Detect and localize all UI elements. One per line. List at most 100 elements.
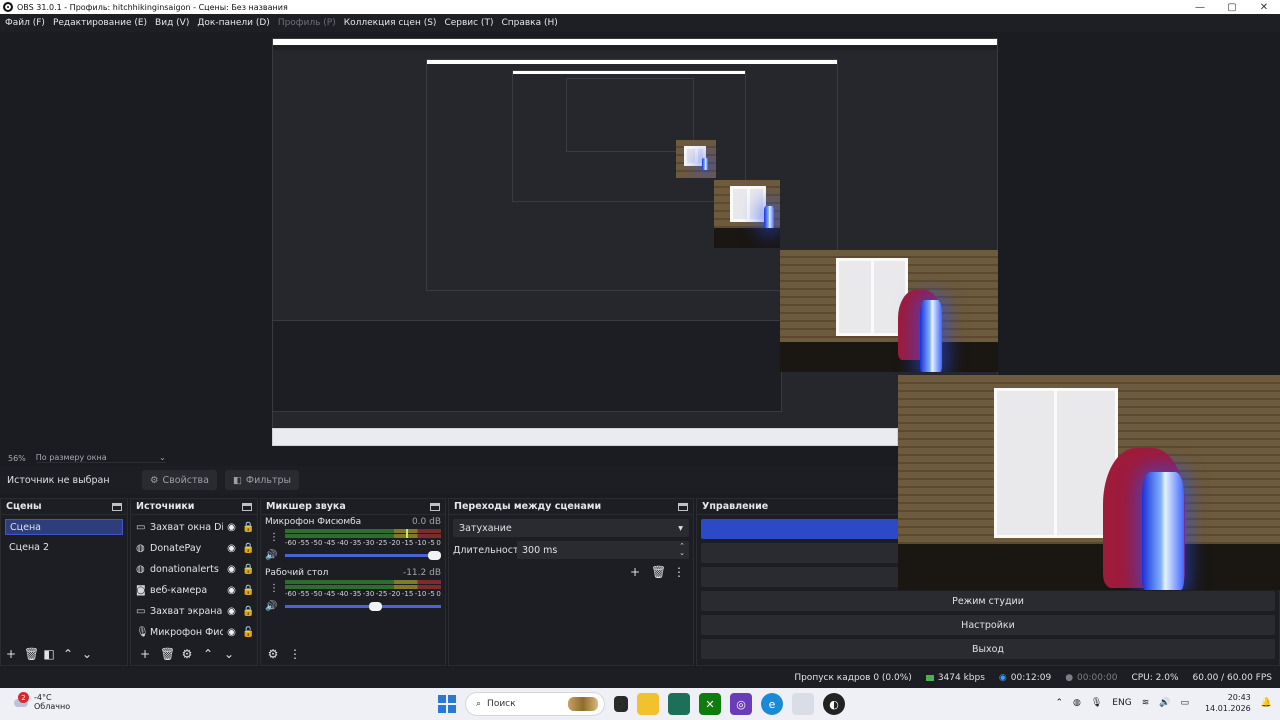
advanced-audio-icon[interactable]: ⚙ bbox=[267, 647, 279, 661]
menu-view[interactable]: Вид (V) bbox=[152, 18, 192, 28]
eye-icon[interactable]: ◉ bbox=[223, 606, 240, 617]
language-indicator[interactable]: ENG bbox=[1112, 698, 1131, 708]
source-item[interactable]: ▭ Захват экрана ◉ 🔒 bbox=[131, 601, 257, 622]
eye-icon[interactable]: ◉ bbox=[223, 627, 240, 638]
meter-tick-label: -25 bbox=[375, 539, 388, 547]
volume-icon[interactable]: 🔊 bbox=[1159, 698, 1170, 708]
filters-button[interactable]: ◧ Фильтры bbox=[224, 470, 300, 490]
scene-item[interactable]: Сцена bbox=[5, 519, 123, 535]
trash-icon[interactable]: 🗑 bbox=[160, 647, 175, 661]
mixer-channel: Рабочий стол -11.2 dB ⋮ -60 -55 -50 -45 -40-… bbox=[261, 566, 445, 613]
windows-start-icon[interactable] bbox=[438, 695, 456, 713]
notification-badge: 2 bbox=[18, 692, 29, 703]
trash-icon[interactable]: 🗑 bbox=[651, 565, 666, 579]
more-options-icon[interactable]: ⋮ bbox=[673, 565, 685, 579]
add-icon[interactable]: + bbox=[5, 647, 17, 661]
lock-icon[interactable]: 🔒 bbox=[240, 522, 257, 533]
scale-mode-value: По размеру окна bbox=[35, 453, 107, 462]
media-app-icon[interactable] bbox=[668, 693, 690, 715]
maximize-button[interactable]: ▢ bbox=[1216, 0, 1248, 14]
menu-scene-collection[interactable]: Коллекция сцен (S) bbox=[341, 18, 440, 28]
undock-icon[interactable] bbox=[242, 502, 252, 511]
undock-icon[interactable] bbox=[678, 502, 688, 511]
lock-open-icon[interactable]: 🔓 bbox=[240, 627, 257, 638]
obs-studio-icon[interactable]: ◐ bbox=[823, 693, 845, 715]
add-icon[interactable]: + bbox=[139, 647, 151, 661]
studio-mode-button[interactable]: Режим студии bbox=[701, 591, 1275, 611]
microphone-icon[interactable]: 🎙 bbox=[1091, 698, 1102, 708]
arrow-up-icon[interactable]: ⌃ bbox=[202, 647, 214, 661]
source-item[interactable]: 🎙 Микрофон Фиск ◉ 🔓 bbox=[131, 622, 257, 643]
task-view-icon[interactable] bbox=[614, 696, 628, 712]
scenes-toolbar: + 🗑 ◧ ⌃ ⌄ bbox=[1, 643, 127, 665]
lock-icon[interactable]: 🔒 bbox=[240, 606, 257, 617]
volume-slider-knob[interactable] bbox=[428, 550, 441, 560]
pinned-app-icon[interactable] bbox=[792, 693, 814, 715]
xbox-icon[interactable]: ✕ bbox=[699, 693, 721, 715]
spin-arrows-icon[interactable]: ⌃ ⌄ bbox=[679, 543, 685, 557]
source-item[interactable]: ◍ donationalerts ◉ 🔒 bbox=[131, 559, 257, 580]
filters-label: Фильтры bbox=[245, 474, 292, 486]
eye-icon[interactable]: ◉ bbox=[223, 564, 240, 575]
search-icon: ⌕ bbox=[476, 699, 482, 709]
eye-icon[interactable]: ◉ bbox=[223, 522, 240, 533]
chevron-up-icon[interactable]: ⌃ bbox=[1055, 698, 1063, 708]
duration-spinbox[interactable]: 300 ms ⌃ ⌄ bbox=[517, 541, 689, 559]
source-item[interactable]: ◙ веб-камера ◉ 🔒 bbox=[131, 580, 257, 601]
notifications-icon[interactable]: 🔔 bbox=[1261, 698, 1272, 708]
meter-tick-label: -20 bbox=[388, 590, 401, 598]
speaker-icon[interactable]: 🔊 bbox=[265, 550, 285, 561]
undock-icon[interactable] bbox=[112, 502, 122, 511]
properties-button[interactable]: ⚙ Свойства bbox=[142, 470, 217, 490]
volume-slider[interactable] bbox=[285, 550, 441, 560]
add-icon[interactable]: + bbox=[629, 565, 641, 579]
menu-help[interactable]: Справка (H) bbox=[498, 18, 560, 28]
lock-icon[interactable]: 🔒 bbox=[240, 585, 257, 596]
properties-label: Свойства bbox=[162, 474, 209, 486]
scene-item[interactable]: Сцена 2 bbox=[5, 539, 123, 555]
transition-select[interactable]: Затухание ▾ bbox=[453, 519, 689, 537]
lock-icon[interactable]: 🔒 bbox=[240, 543, 257, 554]
gear-icon: ⚙ bbox=[150, 474, 159, 486]
undock-icon[interactable] bbox=[430, 502, 440, 511]
menu-edit[interactable]: Редактирование (E) bbox=[50, 18, 150, 28]
obs-tray-icon[interactable]: ◍ bbox=[1073, 698, 1081, 708]
arrow-down-icon[interactable]: ⌄ bbox=[223, 647, 235, 661]
more-options-icon[interactable]: ⋮ bbox=[269, 583, 279, 594]
battery-icon[interactable]: ▭ bbox=[1180, 698, 1189, 708]
clock[interactable]: 20:43 14.01.2026 bbox=[1205, 692, 1251, 714]
lock-icon[interactable]: 🔒 bbox=[240, 564, 257, 575]
arrow-up-icon[interactable]: ⌃ bbox=[62, 647, 74, 661]
more-options-icon[interactable]: ⋮ bbox=[269, 532, 279, 543]
speaker-icon[interactable]: 🔊 bbox=[265, 601, 285, 612]
volume-slider[interactable] bbox=[285, 601, 441, 611]
arrow-down-icon[interactable]: ⌄ bbox=[81, 647, 93, 661]
wifi-icon[interactable]: ≋ bbox=[1142, 698, 1150, 708]
edge-browser-icon[interactable]: e bbox=[761, 693, 783, 715]
settings-button[interactable]: Настройки bbox=[701, 615, 1275, 635]
close-button[interactable]: ✕ bbox=[1248, 0, 1280, 14]
taskbar-search[interactable]: ⌕ Поиск bbox=[465, 692, 605, 716]
volume-slider-knob[interactable] bbox=[368, 601, 382, 611]
scale-mode-select[interactable]: По размеру окна ⌄ bbox=[35, 453, 166, 463]
gear-icon[interactable]: ⚙ bbox=[181, 647, 193, 661]
menu-tools[interactable]: Сервис (T) bbox=[441, 18, 496, 28]
source-item[interactable]: ◍ DonatePay ◉ 🔒 bbox=[131, 538, 257, 559]
trash-icon[interactable]: 🗑 bbox=[24, 647, 39, 661]
media-player-icon[interactable]: ◎ bbox=[730, 693, 752, 715]
more-options-icon[interactable]: ⋮ bbox=[289, 647, 301, 661]
meter-tick-label: -5 bbox=[427, 590, 435, 598]
menu-file[interactable]: Файл (F) bbox=[2, 18, 48, 28]
eye-icon[interactable]: ◉ bbox=[223, 585, 240, 596]
eye-icon[interactable]: ◉ bbox=[223, 543, 240, 554]
filter-icon[interactable]: ◧ bbox=[43, 647, 55, 661]
exit-button[interactable]: Выход bbox=[701, 639, 1275, 659]
cpu-usage: CPU: 2.0% bbox=[1131, 673, 1179, 683]
fps-status: 60.00 / 60.00 FPS bbox=[1192, 673, 1272, 683]
file-explorer-icon[interactable] bbox=[637, 693, 659, 715]
source-item[interactable]: ▭ Захват окна Disc ◉ 🔒 bbox=[131, 517, 257, 538]
menu-docks[interactable]: Док-панели (D) bbox=[194, 18, 272, 28]
weather-widget[interactable]: 2 -4°C Облачно bbox=[12, 692, 70, 711]
minimize-button[interactable]: — bbox=[1184, 0, 1216, 14]
menu-profile[interactable]: Профиль (P) bbox=[275, 18, 339, 28]
